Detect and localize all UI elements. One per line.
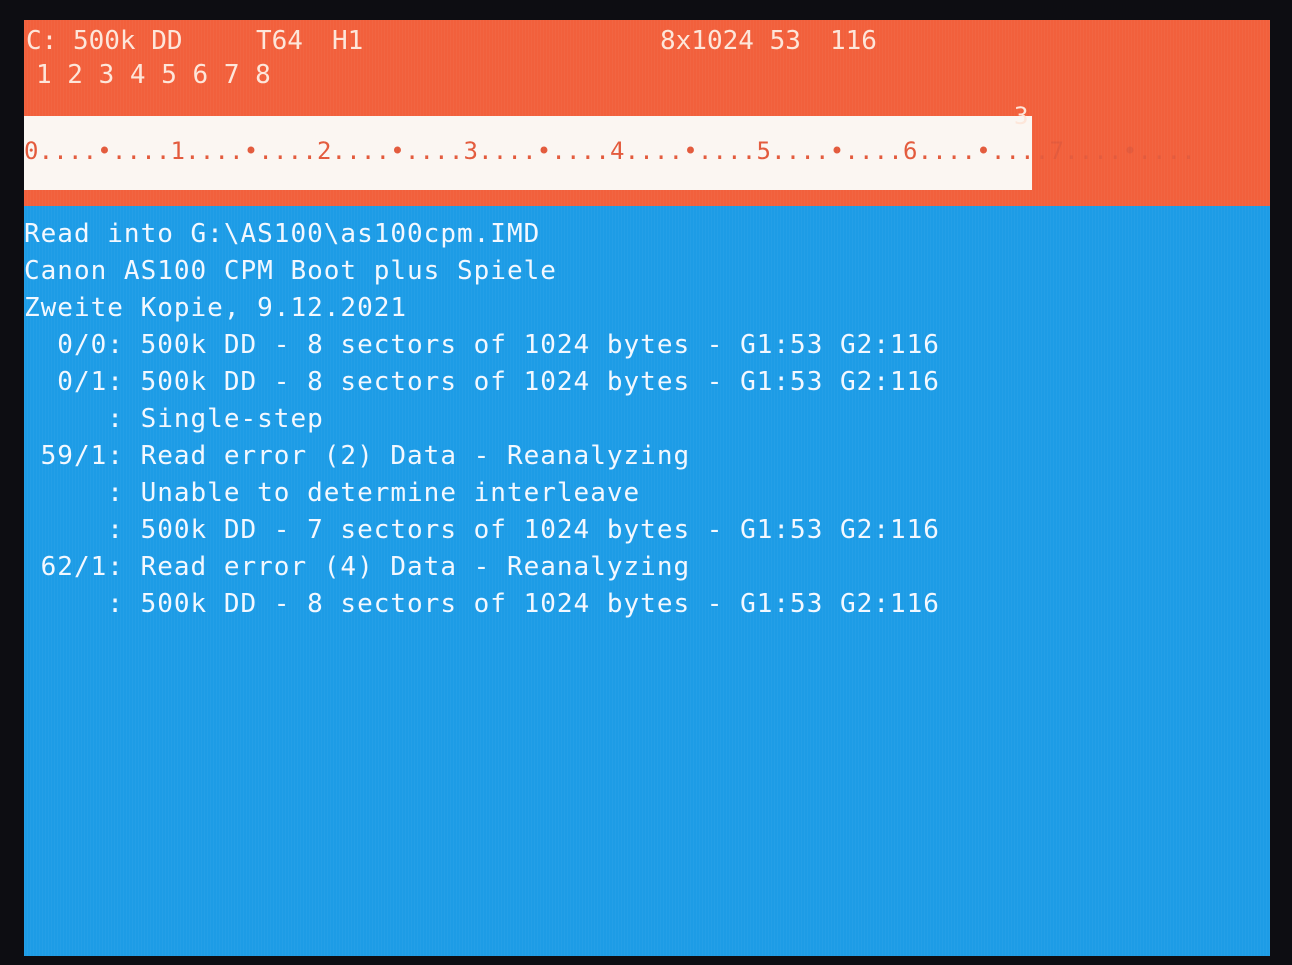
terminal-screen: C: 500k DD T64 H1 8x1024 53 116 1 2 3 4 … bbox=[24, 20, 1270, 956]
log-line: : Single-step bbox=[24, 404, 324, 434]
status-panel: C: 500k DD T64 H1 8x1024 53 116 1 2 3 4 … bbox=[24, 20, 1270, 206]
log-line: : Unable to determine interleave bbox=[24, 478, 641, 508]
log-line: 62/1: Read error (4) Data - Reanalyzing bbox=[24, 552, 691, 582]
gap-label: 116 bbox=[830, 26, 877, 56]
log-line: : 500k DD - 7 sectors of 1024 bytes - G1… bbox=[24, 515, 940, 545]
log-line: 0/1: 500k DD - 8 sectors of 1024 bytes -… bbox=[24, 367, 940, 397]
sector-geometry-label: 8x1024 53 bbox=[660, 26, 801, 56]
log-line: 0/0: 500k DD - 8 sectors of 1024 bytes -… bbox=[24, 330, 940, 360]
log-line: Read into G:\AS100\as100cpm.IMD bbox=[24, 219, 541, 249]
drive-format-label: C: 500k DD bbox=[26, 26, 183, 56]
monitor-bezel: C: 500k DD T64 H1 8x1024 53 116 1 2 3 4 … bbox=[0, 0, 1292, 965]
log-line: Canon AS100 CPM Boot plus Spiele bbox=[24, 256, 557, 286]
log-line: : 500k DD - 8 sectors of 1024 bytes - G1… bbox=[24, 589, 940, 619]
track-label: T64 bbox=[256, 26, 303, 56]
track-ruler-scale: 0....•....1....•....2....•....3....•....… bbox=[24, 137, 1196, 165]
sector-map: 1 2 3 4 5 6 7 8 bbox=[36, 60, 271, 90]
log-line: 59/1: Read error (2) Data - Reanalyzing bbox=[24, 441, 691, 471]
log-line: Zweite Kopie, 9.12.2021 bbox=[24, 293, 408, 323]
log-output: Read into G:\AS100\as100cpm.IMD Canon AS… bbox=[24, 216, 1264, 623]
head-label: H1 bbox=[332, 26, 364, 56]
track-cursor-label: 3 bbox=[1014, 102, 1029, 130]
status-line: C: 500k DD T64 H1 8x1024 53 116 bbox=[26, 26, 1266, 56]
